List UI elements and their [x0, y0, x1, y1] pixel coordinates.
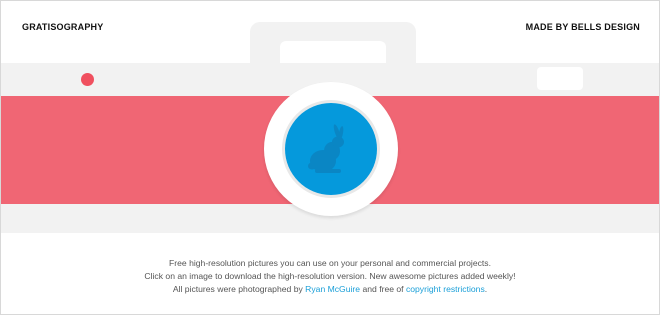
page-frame: GRATISOGRAPHY MADE BY BELLS DESIGN Free …: [0, 0, 660, 315]
info-line-3-prefix: All pictures were photographed by: [172, 284, 306, 294]
info-line-3-suffix: .: [484, 284, 488, 294]
site-description: Free high-resolution pictures you can us…: [1, 257, 659, 296]
info-line-3: All pictures were photographed by Ryan M…: [1, 283, 659, 296]
camera-top-cutout: [280, 41, 386, 63]
camera-lens-button[interactable]: [285, 103, 377, 195]
info-line-1: Free high-resolution pictures you can us…: [169, 258, 491, 268]
camera-illustration: [1, 1, 659, 233]
camera-viewfinder: [537, 67, 583, 90]
photographer-link[interactable]: Ryan McGuire: [305, 284, 360, 294]
info-line-2: Click on an image to download the high-r…: [144, 271, 516, 281]
license-link[interactable]: copyright restrictions: [406, 284, 485, 294]
rabbit-icon: [308, 124, 344, 173]
camera-flash-dot: [81, 73, 94, 86]
info-line-3-middle: and free of: [360, 284, 406, 294]
